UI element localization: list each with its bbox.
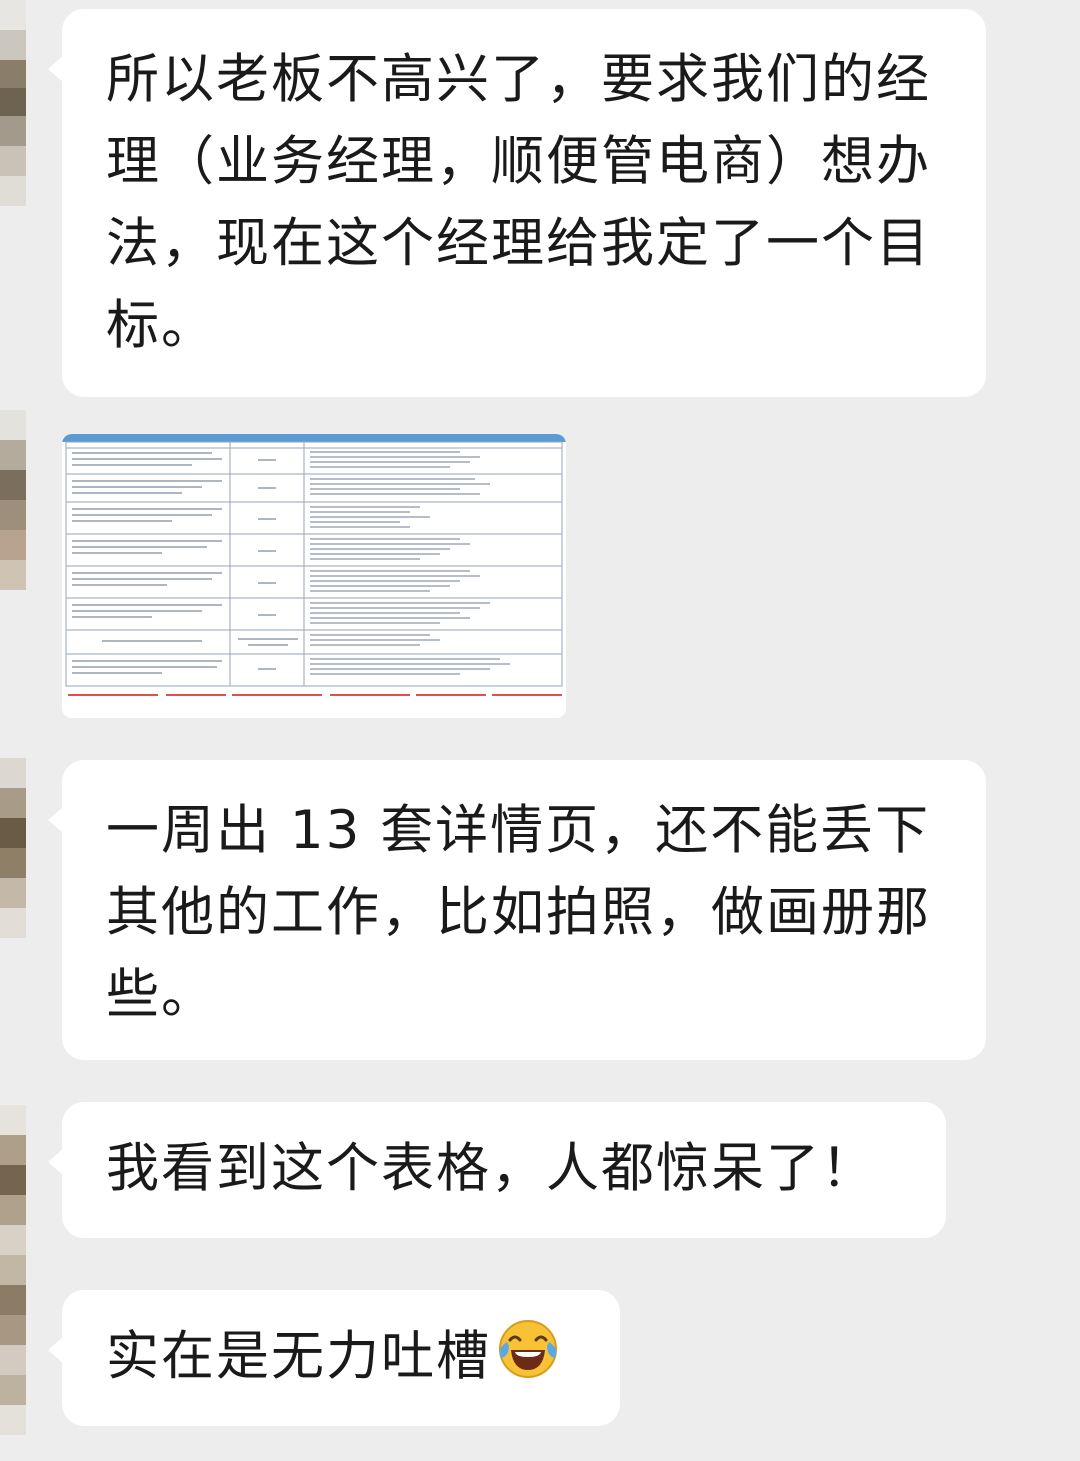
message-bubble[interactable]: 我看到这个表格，人都惊呆了！ — [48, 1102, 946, 1238]
message-text: 一周出 13 套详情页，还不能丢下其他的工作，比如拍照，做画册那些。 — [106, 800, 931, 1025]
table-screenshot-image — [62, 434, 566, 718]
message-bubble[interactable]: 实在是无力吐槽 — [48, 1290, 620, 1426]
avatar[interactable] — [0, 410, 26, 590]
message-text: 所以老板不高兴了，要求我们的经理（业务经理，顺便管电商）想办法，现在这个经理给我… — [106, 49, 931, 356]
avatar[interactable] — [0, 0, 26, 206]
message-bubble[interactable]: 一周出 13 套详情页，还不能丢下其他的工作，比如拍照，做画册那些。 — [48, 760, 986, 1060]
avatar[interactable] — [0, 758, 26, 938]
message-text: 实在是无力吐槽 — [106, 1326, 491, 1387]
laughing-with-tears-emoji — [499, 1320, 557, 1378]
avatar[interactable] — [0, 1105, 26, 1435]
table-image-message[interactable] — [62, 434, 566, 718]
message-text: 我看到这个表格，人都惊呆了！ — [106, 1138, 876, 1199]
message-bubble[interactable]: 所以老板不高兴了，要求我们的经理（业务经理，顺便管电商）想办法，现在这个经理给我… — [48, 9, 986, 397]
